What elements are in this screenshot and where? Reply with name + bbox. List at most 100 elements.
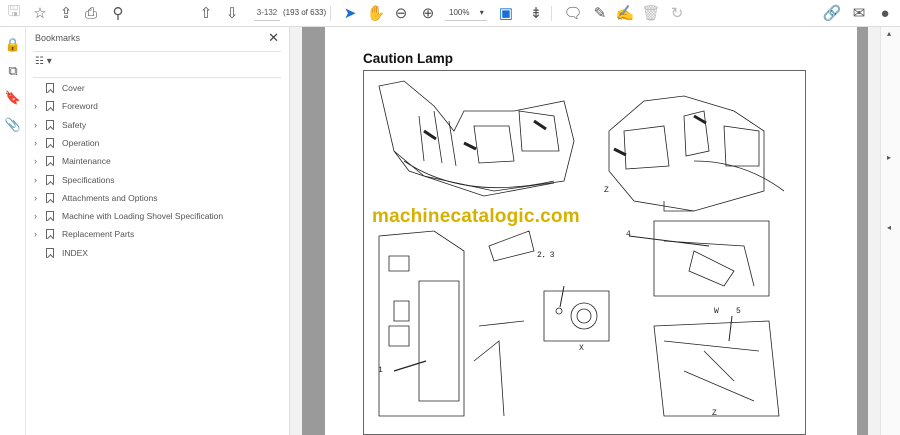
close-icon[interactable]: ✕ — [268, 30, 279, 46]
excavator-left-view — [378, 80, 575, 197]
bookmark-item[interactable]: › Safety — [34, 117, 86, 133]
comment-icon[interactable]: 🗨 — [563, 4, 583, 22]
bookmark-label: Safety — [62, 119, 87, 130]
divider — [33, 77, 281, 78]
zoom-out-icon[interactable]: ⊖ — [391, 4, 411, 22]
bookmark-label: Foreword — [62, 101, 98, 112]
page-count: (193 of 633) — [283, 8, 327, 17]
email-icon[interactable]: ✉ — [849, 4, 869, 22]
bookmark-icon — [46, 192, 54, 203]
bookmark-label: Maintenance — [62, 156, 111, 167]
bookmark-icon — [46, 229, 54, 240]
bookmark-icon[interactable]: 🔖 — [4, 89, 22, 107]
pages-icon[interactable]: ⧉ — [4, 62, 22, 80]
expand-panel-icon[interactable]: ▸ — [887, 153, 891, 162]
bookmark-icon — [46, 156, 54, 167]
bookmark-label: INDEX — [62, 247, 88, 258]
search-icon[interactable]: ⚲ — [108, 4, 128, 22]
pdf-page: Caution Lamp Z 2．3 X 4 W 5 1 Z machineca… — [325, 27, 857, 435]
bookmark-icon — [46, 119, 54, 130]
bookmark-icon — [46, 101, 54, 112]
caution-lamp-figure: Z 2．3 X 4 W 5 1 Z machinecatalogic.com — [363, 70, 806, 435]
bookmark-icon — [46, 247, 54, 258]
zoom-value: 100% — [449, 8, 470, 17]
scroll-mode-icon[interactable]: ⇟ — [526, 4, 546, 22]
zoom-in-icon[interactable]: ⊕ — [418, 4, 438, 22]
chevron-right-icon[interactable]: › — [34, 193, 44, 203]
chevron-right-icon[interactable]: › — [34, 101, 44, 111]
bookmark-item[interactable]: › Attachments and Options — [34, 190, 157, 206]
bookmark-icon — [46, 174, 54, 185]
chevron-right-icon[interactable]: › — [34, 156, 44, 166]
bookmark-item[interactable]: › Machine with Loading Shovel Specificati… — [34, 208, 223, 224]
bookmarks-panel: Bookmarks ✕ ☷ ▾ Cover › Foreword › Safety › Op… — [26, 27, 290, 435]
bookmark-label: Machine with Loading Shovel Specificatio… — [62, 211, 224, 222]
scroll-up-icon[interactable]: ▴ — [887, 29, 891, 38]
chevron-right-icon[interactable]: › — [34, 120, 44, 130]
cloud-upload-icon[interactable]: ⇪ — [56, 4, 76, 22]
callout-1: 1 — [378, 366, 383, 375]
collapse-right-icon[interactable]: ◂ — [887, 223, 891, 232]
fit-page-icon[interactable]: ▣ — [496, 4, 516, 22]
bookmark-item[interactable]: › Replacement Parts — [34, 226, 134, 242]
bookmark-item[interactable]: INDEX — [34, 245, 88, 261]
delete-icon[interactable]: 🗑 — [641, 4, 661, 22]
panel-title: Bookmarks — [35, 33, 81, 43]
print-icon[interactable]: ⎙ — [81, 4, 101, 22]
chevron-right-icon[interactable]: › — [34, 211, 44, 221]
chevron-right-icon[interactable]: › — [34, 138, 44, 148]
callout-z-bottom: Z — [712, 409, 717, 418]
bookmark-label: Attachments and Options — [62, 192, 158, 203]
divider — [33, 51, 281, 52]
bookmark-label: Replacement Parts — [62, 229, 135, 240]
attachment-icon[interactable]: 📎 — [4, 116, 22, 134]
account-icon[interactable]: ● — [875, 4, 895, 22]
detail-z-drawing — [653, 320, 780, 417]
toolbar: 🖫 ☆ ⇪ ⎙ ⚲ ⇧ ⇩ 3-132 (193 of 633) ➤ ✋ ⊖ ⊕… — [0, 0, 900, 27]
bookmark-icon — [46, 211, 54, 222]
pen-icon[interactable]: ✎ — [590, 4, 610, 22]
machine-drawing — [378, 80, 785, 417]
save-icon[interactable]: 🖫 — [4, 3, 24, 22]
detail-w-drawing — [653, 220, 770, 297]
lock-icon[interactable]: 🔒 — [4, 36, 22, 54]
callout-2-3: 2．3 — [537, 251, 555, 260]
bookmark-item[interactable]: Cover — [34, 80, 85, 96]
zoom-select[interactable]: 100% ▾ — [445, 5, 487, 21]
chevron-down-icon: ▾ — [479, 8, 484, 17]
star-icon[interactable]: ☆ — [30, 4, 50, 22]
divider — [551, 6, 552, 21]
bookmark-label: Specifications — [62, 174, 115, 185]
select-cursor-icon[interactable]: ➤ — [340, 4, 360, 22]
bookmark-icon — [46, 83, 54, 93]
watermark: machinecatalogic.com — [372, 206, 580, 227]
chevron-right-icon[interactable]: › — [34, 229, 44, 239]
bookmark-item[interactable]: › Maintenance — [34, 153, 111, 169]
share-link-icon[interactable]: 🔗 — [822, 4, 842, 22]
left-rail: 🔒 ⧉ 🔖 📎 — [0, 27, 26, 435]
bookmark-item[interactable]: › Operation — [34, 135, 99, 151]
bookmark-options-button[interactable]: ☷ ▾ — [35, 56, 52, 67]
divider — [330, 6, 331, 21]
bookmark-item[interactable]: › Specifications — [34, 172, 114, 188]
cab-interior-drawing — [378, 230, 535, 417]
bookmark-label: Operation — [62, 137, 100, 148]
right-panel-strip: ▴ ▸ ◂ — [880, 27, 900, 435]
bookmark-icon — [46, 137, 54, 148]
hand-icon[interactable]: ✋ — [366, 4, 386, 22]
next-page-icon[interactable]: ⇩ — [222, 4, 242, 22]
document-viewer: Caution Lamp Z 2．3 X 4 W 5 1 Z machineca… — [290, 27, 880, 435]
page-heading: Caution Lamp — [363, 51, 453, 66]
lamp-unit — [543, 290, 610, 342]
bookmark-item[interactable]: › Foreword — [34, 98, 98, 114]
callout-4: 4 — [626, 230, 631, 239]
callout-x: X — [579, 344, 584, 353]
rotate-icon[interactable]: ↻ — [667, 4, 687, 22]
bookmark-label: Cover — [62, 83, 85, 93]
page-number-input[interactable]: 3-132 — [254, 5, 280, 21]
sign-icon[interactable]: ✍ — [615, 4, 635, 22]
callout-z-top: Z — [604, 186, 609, 195]
chevron-right-icon[interactable]: › — [34, 175, 44, 185]
prev-page-icon[interactable]: ⇧ — [196, 4, 216, 22]
excavator-right-view — [608, 95, 785, 212]
